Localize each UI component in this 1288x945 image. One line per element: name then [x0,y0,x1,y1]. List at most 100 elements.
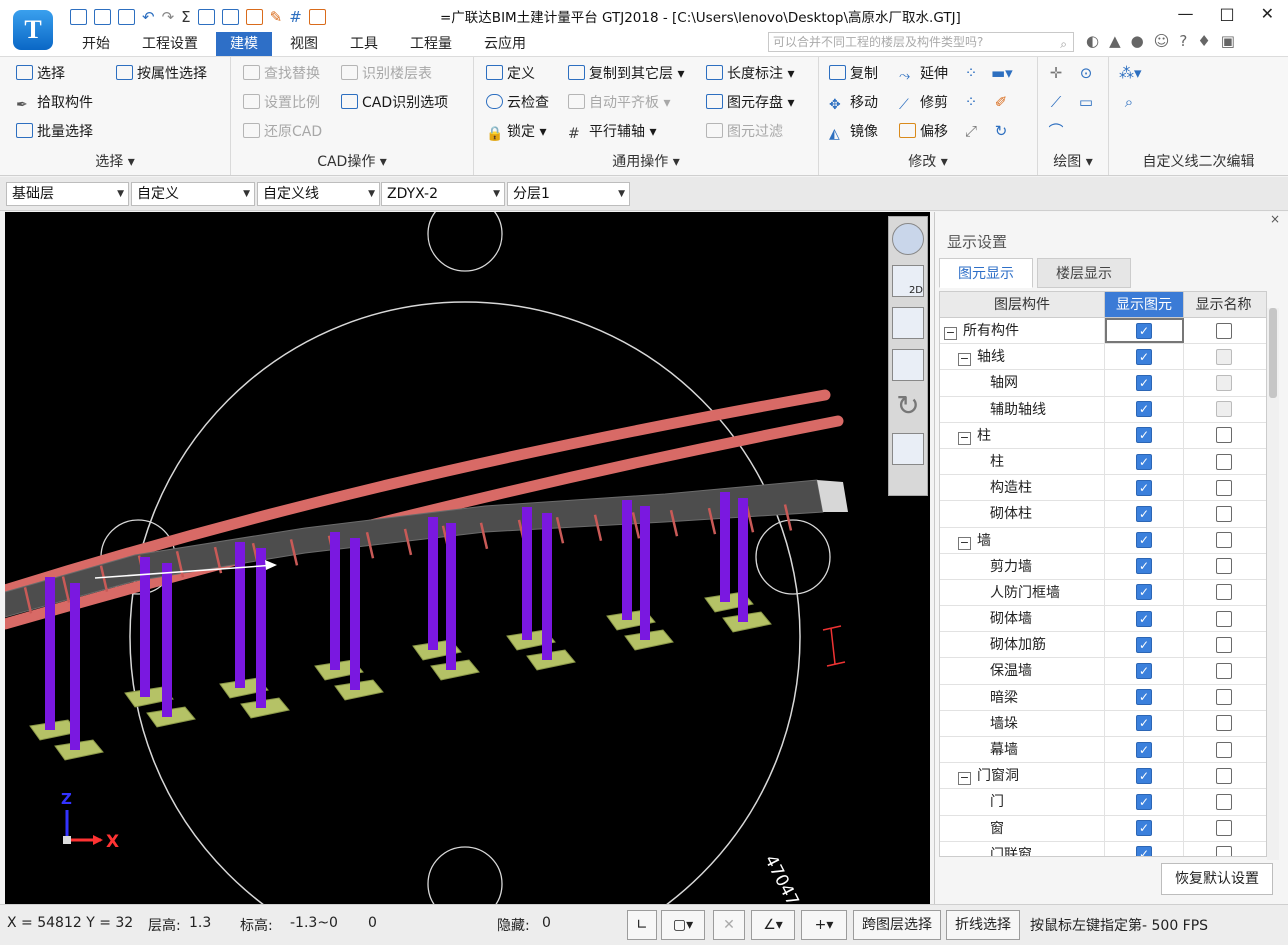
pier-column[interactable] [738,498,748,622]
dimension-marker[interactable] [822,625,846,667]
col-layer-component[interactable]: 图层构件 [940,292,1105,317]
orbit-handle-right[interactable] [755,519,831,595]
brush-icon[interactable]: ✐ [991,93,1011,111]
pier-column[interactable] [622,500,632,620]
new-file-icon[interactable] [70,9,87,25]
bell-icon[interactable]: ▲ [1109,32,1121,50]
line-icon[interactable]: ⟋ [1046,93,1066,111]
show-name-checkbox[interactable] [1215,505,1232,522]
orbit-handle-top[interactable] [427,212,503,272]
ortho-toggle-icon[interactable]: ∟ [627,910,657,940]
tree-row[interactable]: 剪力墙 ✓ [940,553,1266,580]
circle-icon[interactable]: ⊙ [1076,64,1096,82]
show-element-checkbox[interactable]: ✓ [1136,348,1152,365]
restore-layout-icon[interactable]: ▣ [1221,32,1235,50]
app-logo[interactable]: T [13,10,53,50]
grid-view-icon[interactable] [892,433,924,465]
orbit-handle-bottom[interactable] [427,846,503,904]
pier-column[interactable] [45,577,55,730]
find-replace-button[interactable]: 查找替换 [243,64,320,84]
show-name-checkbox[interactable] [1215,636,1232,653]
show-element-checkbox[interactable]: ✓ [1136,715,1152,732]
custom-search-icon[interactable]: ⌕ [1119,93,1139,111]
tree-row[interactable]: 保温墙 ✓ [940,658,1266,685]
user-icon[interactable]: ◐ [1086,32,1099,50]
layer-select[interactable]: 分层1 ▼ [507,182,630,206]
show-element-checkbox[interactable]: ✓ [1136,505,1152,522]
show-element-checkbox[interactable]: ✓ [1136,689,1152,706]
show-name-checkbox[interactable] [1215,479,1232,496]
col-show-name[interactable]: 显示名称 [1184,292,1263,317]
show-element-checkbox[interactable]: ✓ [1136,558,1152,575]
tree-row[interactable]: − 墙 ✓ [940,527,1266,554]
tab-cloud[interactable]: 云应用 [470,32,540,56]
tree-row[interactable]: 构造柱 ✓ [940,475,1266,502]
show-element-checkbox[interactable]: ✓ [1136,663,1152,680]
split-icon[interactable]: ⁘ [961,64,981,82]
show-name-checkbox[interactable] [1215,401,1232,418]
sum-icon[interactable]: Σ [181,9,190,25]
col-show-element[interactable]: 显示图元 [1105,292,1184,317]
define-button[interactable]: 定义 [486,64,535,84]
show-name-checkbox[interactable] [1215,793,1232,810]
calc-icon[interactable] [245,9,263,25]
tree-row[interactable]: 轴网 ✓ [940,370,1266,397]
maximize-button[interactable]: □ [1219,4,1234,23]
3d-viewport[interactable]: 470470 X Z [5,212,930,904]
break-icon[interactable]: ⁘ [961,93,981,111]
tree-row[interactable]: 辅助轴线 ✓ [940,396,1266,423]
point-icon[interactable]: ✛ [1046,64,1066,82]
tab-quantities[interactable]: 工程量 [396,32,466,56]
pen-icon[interactable]: ✎ [270,9,283,25]
tree-row[interactable]: 砌体加筋 ✓ [940,632,1266,659]
show-element-checkbox[interactable]: ✓ [1136,610,1152,627]
cross-layer-select-button[interactable]: 跨图层选择 [853,910,941,940]
select-group-label[interactable]: 选择 ▾ [0,151,230,171]
pier-column[interactable] [350,538,360,690]
copy-to-other-floor-button[interactable]: 复制到其它层 ▾ [568,64,684,84]
recognize-floor-table-button[interactable]: 识别楼层表 [341,64,432,84]
pier-column[interactable] [640,506,650,640]
show-name-checkbox[interactable] [1215,532,1232,549]
redo-icon[interactable]: ↷ [162,9,175,25]
show-element-checkbox[interactable]: ✓ [1136,401,1152,418]
collapse-toggle-icon[interactable]: − [958,536,971,550]
cad-group-label[interactable]: CAD操作 ▾ [231,151,473,171]
pier-column[interactable] [542,513,552,660]
component-subtype-select[interactable]: 自定义线 ▼ [257,182,380,206]
show-name-checkbox[interactable] [1215,846,1232,856]
draw-group-label[interactable]: 绘图 ▾ [1038,151,1108,171]
show-name-checkbox[interactable] [1215,767,1232,784]
select-by-property-button[interactable]: 按属性选择 [116,64,207,84]
tab-floor-display[interactable]: 楼层显示 [1037,258,1131,288]
report-icon[interactable] [197,9,215,25]
show-name-checkbox[interactable] [1215,427,1232,444]
box-view-icon[interactable] [892,349,924,381]
align-icon[interactable]: ▬▾ [991,64,1013,82]
orbit-ring[interactable] [129,301,801,904]
minimize-button[interactable]: — [1177,4,1193,23]
show-element-checkbox[interactable]: ✓ [1136,584,1152,601]
tab-view[interactable]: 视图 [276,32,332,56]
show-element-checkbox[interactable]: ✓ [1136,479,1152,496]
show-element-checkbox[interactable]: ✓ [1136,374,1152,391]
close-panel-icon[interactable]: × [1270,212,1280,226]
search-icon[interactable]: ⌕ [1060,35,1067,53]
help-search-input[interactable]: 可以合并不同工程的楼层及构件类型吗? ⌕ [768,32,1074,52]
tree-row[interactable]: 窗 ✓ [940,815,1266,842]
close-window-button[interactable]: ✕ [1261,4,1274,23]
tree-row[interactable]: 人防门框墙 ✓ [940,579,1266,607]
restore-defaults-button[interactable]: 恢复默认设置 [1161,863,1273,895]
scale-edit-icon[interactable]: ⤢ [961,122,981,140]
orbit-icon[interactable] [892,223,924,255]
show-name-checkbox[interactable] [1215,374,1232,391]
show-name-checkbox[interactable] [1215,322,1232,339]
rotate-view-icon[interactable]: ↻ [892,391,924,423]
3d-view-icon[interactable] [892,307,924,339]
component-type-select[interactable]: 自定义 ▼ [131,182,255,206]
pier-column[interactable] [522,507,532,640]
scrollbar-thumb[interactable] [1269,308,1277,398]
tab-start[interactable]: 开始 [68,32,124,56]
component-name-select[interactable]: ZDYX-2 ▼ [381,182,505,206]
rotate-icon[interactable]: ↻ [991,122,1011,140]
